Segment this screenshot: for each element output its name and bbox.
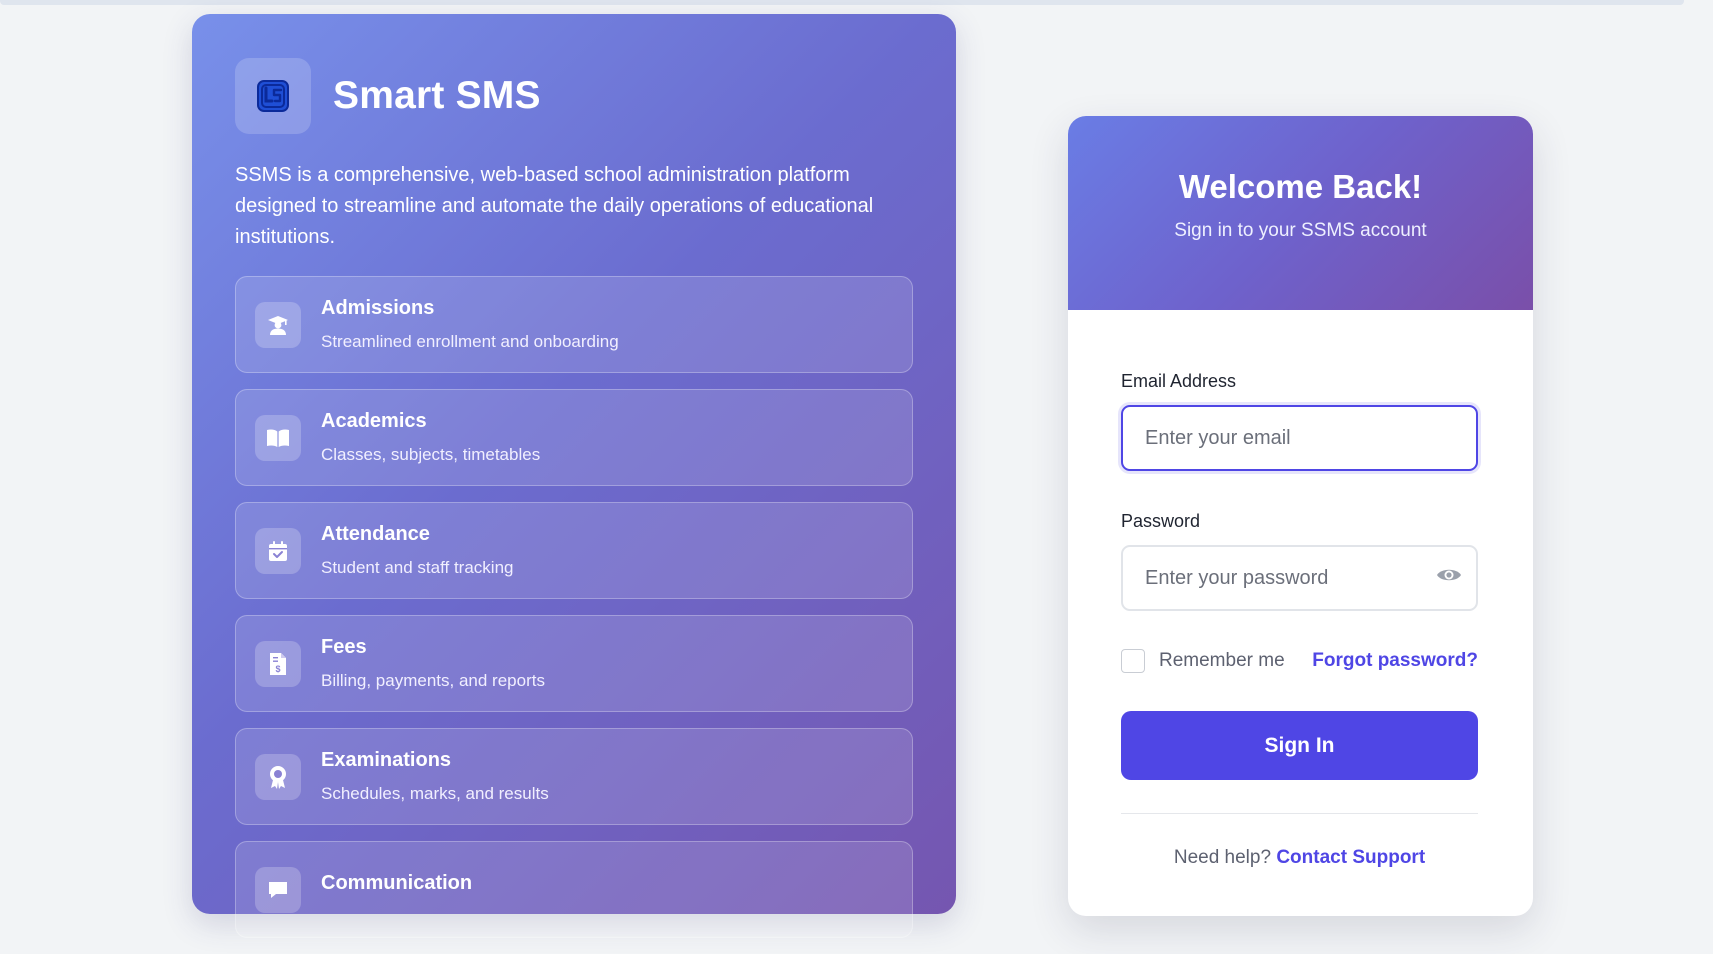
feature-fees[interactable]: $ Fees Billing, payments, and reports bbox=[235, 615, 913, 712]
email-field[interactable] bbox=[1121, 405, 1478, 471]
help-prefix: Need help? bbox=[1173, 847, 1272, 868]
logo-icon bbox=[235, 58, 311, 134]
feature-title: Attendance bbox=[321, 523, 430, 545]
invoice-dollar-icon: $ bbox=[255, 640, 301, 687]
feature-description: Classes, subjects, timetables bbox=[321, 445, 541, 464]
password-field[interactable] bbox=[1121, 545, 1478, 611]
message-icon bbox=[255, 866, 301, 913]
book-icon bbox=[255, 414, 301, 461]
feature-academics[interactable]: Academics Classes, subjects, timetables bbox=[235, 389, 913, 486]
top-strip bbox=[0, 0, 1684, 5]
award-icon bbox=[255, 753, 301, 800]
options-row: Remember me Forgot password? bbox=[1121, 649, 1478, 673]
platform-description: SSMS is a comprehensive, web-based schoo… bbox=[235, 164, 874, 248]
remember-label: Remember me bbox=[1159, 650, 1285, 671]
remember-checkbox[interactable] bbox=[1121, 649, 1145, 673]
feature-title: Academics bbox=[321, 410, 427, 432]
email-label: Email Address bbox=[1121, 371, 1237, 391]
login-title: Welcome Back! bbox=[1178, 168, 1423, 205]
login-form: Email Address Password Remember me Forgo… bbox=[1068, 371, 1533, 869]
feature-title: Examinations bbox=[321, 749, 452, 771]
graduate-icon bbox=[255, 301, 301, 348]
feature-title: Admissions bbox=[321, 297, 435, 319]
password-label: Password bbox=[1121, 511, 1201, 531]
feature-description: Billing, payments, and reports bbox=[321, 671, 545, 690]
feature-title: Fees bbox=[321, 636, 367, 658]
password-wrapper bbox=[1121, 545, 1478, 611]
sign-in-button[interactable]: Sign In bbox=[1121, 711, 1478, 780]
help-text: Need help? Contact Support bbox=[1121, 847, 1478, 869]
feature-description: Schedules, marks, and results bbox=[321, 784, 549, 803]
calendar-check-icon bbox=[255, 527, 301, 574]
feature-description: Streamlined enrollment and onboarding bbox=[321, 332, 619, 351]
feature-examinations[interactable]: Examinations Schedules, marks, and resul… bbox=[235, 728, 913, 825]
forgot-password-link[interactable]: Forgot password? bbox=[1312, 650, 1478, 672]
eye-icon[interactable] bbox=[1436, 566, 1462, 589]
feature-title: Communication bbox=[321, 872, 473, 894]
login-header: Welcome Back! Sign in to your SSMS accou… bbox=[1068, 116, 1533, 310]
brand-name: Smart SMS bbox=[333, 74, 541, 117]
feature-attendance[interactable]: Attendance Student and staff tracking bbox=[235, 502, 913, 599]
feature-communication[interactable]: Communication bbox=[235, 841, 913, 938]
svg-text:$: $ bbox=[275, 664, 280, 674]
contact-support-link[interactable]: Contact Support bbox=[1276, 847, 1425, 868]
feature-description: Student and staff tracking bbox=[321, 558, 514, 577]
feature-admissions[interactable]: Admissions Streamlined enrollment and on… bbox=[235, 276, 913, 373]
feature-list: Admissions Streamlined enrollment and on… bbox=[235, 276, 913, 954]
login-card: Welcome Back! Sign in to your SSMS accou… bbox=[1068, 116, 1533, 916]
brand: Smart SMS bbox=[235, 58, 541, 134]
divider bbox=[1121, 813, 1478, 814]
login-subtitle: Sign in to your SSMS account bbox=[1174, 220, 1427, 241]
info-panel: Smart SMS SSMS is a comprehensive, web-b… bbox=[192, 14, 956, 938]
